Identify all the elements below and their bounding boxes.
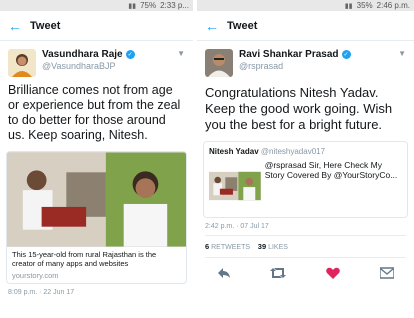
likes-stat[interactable]: 39 LIKES: [258, 242, 288, 251]
app-bar: ← Tweet: [0, 11, 193, 41]
tweet-author: Ravi Shankar Prasad ✓ @rsprasad ▼: [197, 41, 414, 77]
author-name[interactable]: Vasundhara Raje ✓: [42, 49, 135, 60]
quoted-tweet[interactable]: Nitesh Yadav @niteshyadav017 @rsprasad S…: [203, 141, 408, 218]
clock: 2:33 p...: [160, 1, 189, 10]
battery-level: 35%: [356, 1, 373, 10]
retweet-icon[interactable]: [270, 266, 287, 280]
signal-icon: ▮▮: [344, 2, 353, 10]
quoted-tweet-text: @rsprasad Sir, Here Check My Story Cover…: [264, 160, 398, 180]
tweet-stats: 6 RETWEETS 39 LIKES: [197, 236, 414, 257]
tweet-text: Congratulations Nitesh Yadav. Keep the g…: [205, 85, 393, 132]
verified-icon: ✓: [341, 50, 351, 59]
tweet-timestamp: 2:42 p.m. · 07 Jul 17: [205, 223, 269, 230]
tweet-text: Brilliance comes not from age or experie…: [8, 83, 181, 142]
card-image: [7, 152, 186, 247]
back-arrow-icon[interactable]: ←: [205, 18, 227, 34]
tweet-timestamp: 8:09 p.m. · 22 Jun 17: [8, 289, 75, 296]
verified-icon: ✓: [125, 50, 135, 59]
back-arrow-icon[interactable]: ←: [8, 18, 30, 34]
author-handle[interactable]: @VasundharaBJP: [42, 61, 135, 71]
tweet-actions: [197, 258, 414, 288]
app-bar: ← Tweet: [197, 11, 414, 41]
screen-title: Tweet: [227, 19, 258, 32]
tweet-author: Vasundhara Raje ✓ @VasundharaBJP ▼: [0, 41, 193, 77]
right-tweet-screen: ▮▮ 35% 2:46 p.m. ← Tweet Ravi Shankar Pr…: [197, 0, 414, 318]
card-url: yourstory.com: [12, 271, 59, 280]
clock: 2:46 p.m.: [376, 1, 410, 10]
avatar[interactable]: [8, 49, 36, 77]
chevron-down-icon[interactable]: ▼: [177, 49, 185, 58]
author-handle[interactable]: @rsprasad: [239, 61, 351, 71]
card-description: This 15-year-old from rural Rajasthan is…: [12, 250, 157, 268]
link-card[interactable]: This 15-year-old from rural Rajasthan is…: [6, 151, 187, 284]
left-tweet-screen: ▮▮ 75% 2:33 p... ← Tweet Vasundhara Raje…: [0, 0, 193, 318]
status-bar: ▮▮ 35% 2:46 p.m.: [197, 0, 414, 11]
author-name[interactable]: Ravi Shankar Prasad ✓: [239, 49, 351, 60]
like-icon[interactable]: [325, 266, 341, 280]
quoted-tweet-author: Nitesh Yadav @niteshyadav017: [209, 147, 326, 156]
share-icon[interactable]: [379, 266, 395, 280]
chevron-down-icon[interactable]: ▼: [398, 49, 406, 58]
quoted-tweet-image: [209, 160, 261, 212]
avatar[interactable]: [205, 49, 233, 77]
reply-icon[interactable]: [216, 266, 232, 280]
signal-icon: ▮▮: [128, 2, 137, 10]
screen-title: Tweet: [30, 19, 61, 32]
status-bar: ▮▮ 75% 2:33 p...: [0, 0, 193, 11]
battery-level: 75%: [140, 1, 157, 10]
retweets-stat[interactable]: 6 RETWEETS: [205, 242, 250, 251]
